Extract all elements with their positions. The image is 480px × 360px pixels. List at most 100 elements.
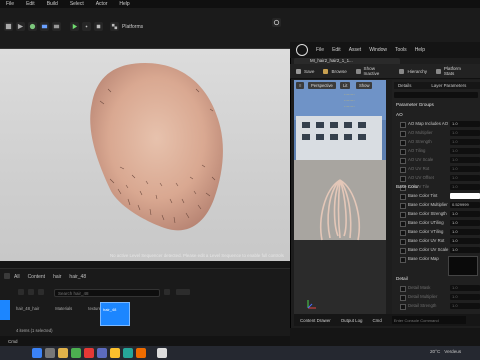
param-value-field[interactable]: 1.0 [450, 130, 480, 136]
param-override-checkbox[interactable] [400, 131, 406, 137]
param-override-checkbox[interactable] [400, 140, 406, 146]
console-command-input[interactable] [391, 316, 466, 324]
menu-edit[interactable]: Edit [26, 1, 35, 7]
mat-menu-asset[interactable]: Asset [349, 47, 362, 53]
param-value-field[interactable]: 1.0 [450, 247, 480, 253]
mat-menu-tools[interactable]: Tools [395, 47, 407, 53]
param-value-field[interactable]: 1.0 [450, 157, 480, 163]
param-override-checkbox[interactable] [400, 194, 406, 200]
save-icon[interactable] [4, 22, 13, 31]
app-icon[interactable] [110, 348, 120, 358]
lit-button[interactable]: Lit [340, 82, 351, 89]
menu-file[interactable]: File [6, 1, 14, 7]
search-icon[interactable] [45, 348, 55, 358]
param-override-checkbox[interactable] [400, 221, 406, 227]
mat-menu-help[interactable]: Help [415, 47, 425, 53]
stop-icon[interactable] [94, 22, 103, 31]
start-icon[interactable] [32, 348, 42, 358]
mode-select-icon[interactable] [16, 22, 25, 31]
unreal-taskbar-icon[interactable] [157, 348, 167, 358]
hierarchy-button[interactable]: Hierarchy [399, 68, 427, 74]
param-override-checkbox[interactable] [400, 286, 406, 292]
param-override-checkbox[interactable] [400, 167, 406, 173]
selected-asset-tile[interactable]: hair_48 [100, 302, 130, 326]
param-value-field[interactable]: 1.0 [450, 148, 480, 154]
param-value-field[interactable]: 1.0 [450, 229, 480, 235]
param-override-checkbox[interactable] [400, 230, 406, 236]
param-value-field[interactable]: 1.0 [450, 166, 480, 172]
show-button[interactable]: Show [356, 82, 373, 89]
search-options-icon[interactable] [164, 289, 170, 295]
content-search-field[interactable] [55, 290, 162, 296]
settings-icon[interactable] [28, 289, 34, 295]
param-override-checkbox[interactable] [400, 239, 406, 245]
play-icon[interactable] [70, 22, 79, 31]
param-value-field[interactable]: 1.0 [450, 211, 480, 217]
param-override-checkbox[interactable] [400, 248, 406, 254]
asset-column[interactable]: hair_48_hair [16, 306, 39, 311]
menu-help[interactable]: Help [119, 1, 129, 7]
param-override-checkbox[interactable] [400, 122, 406, 128]
blueprint-icon[interactable] [40, 22, 49, 31]
app-icon[interactable] [123, 348, 133, 358]
param-value-field[interactable]: 1.0 [450, 184, 480, 190]
menu-actor[interactable]: Actor [96, 1, 108, 7]
mat-menu-window[interactable]: Window [369, 47, 387, 53]
param-value-field[interactable]: 1.0 [450, 285, 480, 291]
cmd-button[interactable]: Cmd [372, 318, 381, 323]
app-icon[interactable] [136, 348, 146, 358]
param-value-field[interactable]: 1.0 [450, 121, 480, 127]
perspective-button[interactable]: Perspective [308, 82, 336, 89]
param-override-checkbox[interactable] [400, 257, 406, 263]
param-value-field[interactable]: 1.0 [450, 294, 480, 300]
breadcrumb-item[interactable]: Content [28, 274, 46, 280]
content-search-input[interactable] [54, 289, 162, 297]
base-color-texture-thumbnail[interactable] [448, 256, 478, 276]
breadcrumb-item[interactable]: hair_48 [69, 274, 86, 280]
details-search-input[interactable] [394, 92, 478, 98]
param-value-field[interactable]: 1.0 [450, 175, 480, 181]
view-options-icon[interactable] [176, 289, 190, 295]
base-color-group-header[interactable]: Base Color [396, 184, 419, 189]
breadcrumb-item[interactable]: All [14, 274, 20, 280]
show-inactive-button[interactable]: Show Inactive [355, 66, 391, 76]
param-value-field[interactable]: 1.0 [450, 139, 480, 145]
settings-icon[interactable] [272, 18, 281, 27]
level-viewport[interactable] [0, 48, 290, 261]
layer-parameters-tab[interactable]: Layer Parameters [431, 83, 466, 88]
filter-icon[interactable] [18, 289, 24, 295]
param-override-checkbox[interactable] [400, 295, 406, 301]
mat-menu-file[interactable]: File [316, 47, 324, 53]
cmd-label[interactable]: Cmd [8, 339, 18, 344]
param-override-checkbox[interactable] [400, 149, 406, 155]
app-icon[interactable] [97, 348, 107, 358]
mat-menu-edit[interactable]: Edit [332, 47, 341, 53]
param-override-checkbox[interactable] [400, 158, 406, 164]
platforms-menu[interactable]: Platforms [110, 22, 143, 31]
ao-group-header[interactable]: AO [396, 112, 403, 117]
cinematics-icon[interactable] [52, 22, 61, 31]
param-override-checkbox[interactable] [400, 176, 406, 182]
asset-column[interactable]: Materials [55, 306, 72, 311]
param-override-checkbox[interactable] [400, 203, 406, 209]
menu-build[interactable]: Build [47, 1, 58, 7]
platform-stats-button[interactable]: Platform Stats [436, 66, 471, 76]
param-value-field[interactable]: 1.0 [450, 238, 480, 244]
save-button[interactable]: Save [296, 68, 314, 74]
param-value-field[interactable]: 1.0 [450, 303, 480, 309]
menu-select[interactable]: Select [70, 1, 84, 7]
add-actor-icon[interactable] [28, 22, 37, 31]
material-preview-viewport[interactable]: ≡ Perspective Lit Show ········ ········… [294, 80, 386, 320]
details-tab[interactable]: Details [398, 83, 411, 88]
folder-icon[interactable] [38, 289, 44, 295]
param-override-checkbox[interactable] [400, 212, 406, 218]
cb-add-icon[interactable] [4, 273, 10, 279]
breadcrumb-item[interactable]: hair [53, 274, 61, 280]
content-drawer-button[interactable]: Content Drawer [300, 318, 331, 323]
sidebar-collapse-handle[interactable] [0, 300, 10, 320]
viewport-options-button[interactable]: ≡ [296, 82, 305, 89]
param-override-checkbox[interactable] [400, 304, 406, 310]
folder-icon[interactable] [58, 348, 68, 358]
param-value-field[interactable] [450, 193, 480, 199]
browser-icon[interactable] [71, 348, 81, 358]
